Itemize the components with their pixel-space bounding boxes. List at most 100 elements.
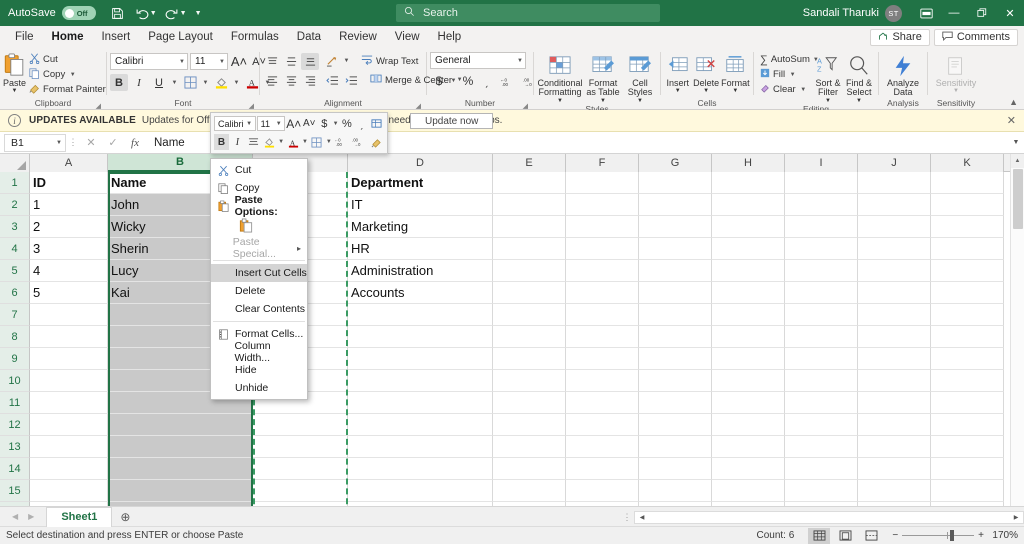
mini-bold-button[interactable]: B — [214, 134, 229, 150]
cell-A6[interactable]: 5 — [30, 282, 108, 304]
conditional-formatting-button[interactable]: Conditional Formatting▼ — [537, 51, 583, 104]
bold-button[interactable]: B — [110, 74, 128, 91]
previous-sheet-icon[interactable]: ◀ — [12, 512, 18, 521]
cell-G2[interactable] — [639, 194, 712, 216]
cell-D4[interactable]: HR — [348, 238, 493, 260]
cell-C12[interactable] — [253, 414, 348, 436]
find-select-button[interactable]: Find & Select▼ — [843, 51, 875, 104]
cell-G12[interactable] — [639, 414, 712, 436]
cell-H1[interactable] — [712, 172, 785, 194]
collapse-ribbon-icon[interactable]: ▲ — [1009, 97, 1018, 107]
cell-A3[interactable]: 2 — [30, 216, 108, 238]
context-menu-item-delete[interactable]: Delete — [211, 282, 307, 300]
alignment-dialog-launcher[interactable]: ◢ — [416, 102, 421, 110]
context-menu-item-paste-special[interactable]: Paste Special... ▸ — [211, 239, 307, 257]
cell-K7[interactable] — [931, 304, 1004, 326]
cell-K6[interactable] — [931, 282, 1004, 304]
cell-D3[interactable]: Marketing — [348, 216, 493, 238]
cell-H8[interactable] — [712, 326, 785, 348]
fill-button[interactable]: Fill ▼ — [757, 67, 813, 82]
zoom-knob[interactable] — [950, 530, 954, 541]
cell-K8[interactable] — [931, 326, 1004, 348]
tab-page-layout[interactable]: Page Layout — [139, 28, 222, 46]
zoom-track[interactable] — [902, 535, 974, 536]
autosave-toggle[interactable]: Off — [62, 6, 96, 20]
cell-D11[interactable] — [348, 392, 493, 414]
zoom-level[interactable]: 170% — [988, 530, 1018, 541]
tab-formulas[interactable]: Formulas — [222, 28, 288, 46]
context-menu-item-insert-cut-cells[interactable]: Insert Cut Cells — [211, 264, 307, 282]
insert-function-icon[interactable]: fx — [124, 133, 146, 153]
row-header-6[interactable]: 6 — [0, 282, 30, 304]
cell-G1[interactable] — [639, 172, 712, 194]
align-center-icon[interactable] — [282, 72, 300, 89]
cell-J6[interactable] — [858, 282, 931, 304]
fill-color-icon[interactable] — [212, 74, 230, 91]
cell-G15[interactable] — [639, 480, 712, 502]
mini-percent-button[interactable]: % — [340, 116, 354, 132]
font-size-combo[interactable]: 11▼ — [190, 53, 228, 70]
mini-comma-button[interactable]: ͵ — [355, 116, 369, 132]
cell-E12[interactable] — [493, 414, 566, 436]
mini-fill-color-icon[interactable] — [262, 134, 277, 150]
cell-D9[interactable] — [348, 348, 493, 370]
cell-A9[interactable] — [30, 348, 108, 370]
mini-shrink-font-button[interactable]: A˅ — [302, 116, 316, 132]
cell-H7[interactable] — [712, 304, 785, 326]
mini-grow-font-button[interactable]: A˄ — [286, 116, 301, 132]
fill-dropdown-icon[interactable]: ▼ — [788, 72, 797, 78]
comments-button[interactable]: Comments — [934, 29, 1018, 46]
cell-K10[interactable] — [931, 370, 1004, 392]
zoom-in-button[interactable]: + — [978, 530, 984, 541]
cell-C14[interactable] — [253, 458, 348, 480]
expand-formula-bar-icon[interactable]: ▼ — [1008, 139, 1024, 146]
cell-E8[interactable] — [493, 326, 566, 348]
cell-D6[interactable]: Accounts — [348, 282, 493, 304]
page-layout-view-icon[interactable] — [834, 528, 856, 544]
close-button[interactable]: ✕ — [996, 0, 1024, 26]
cell-G8[interactable] — [639, 326, 712, 348]
format-cells-button[interactable]: Format▼ — [721, 51, 750, 95]
cell-A15[interactable] — [30, 480, 108, 502]
cell-A1[interactable]: ID — [30, 172, 108, 194]
customize-quick-access-icon[interactable]: ▼ — [195, 10, 202, 17]
cancel-icon[interactable]: ✕ — [80, 133, 102, 153]
cell-G11[interactable] — [639, 392, 712, 414]
share-button[interactable]: Share — [870, 29, 929, 46]
cell-F13[interactable] — [566, 436, 639, 458]
cell-I11[interactable] — [785, 392, 858, 414]
cell-D7[interactable] — [348, 304, 493, 326]
percent-button[interactable]: % — [459, 73, 477, 90]
mini-font-color-dropdown-icon[interactable]: ▼ — [301, 139, 308, 145]
cell-G7[interactable] — [639, 304, 712, 326]
cell-F3[interactable] — [566, 216, 639, 238]
cell-E2[interactable] — [493, 194, 566, 216]
context-menu-item-unhide[interactable]: Unhide — [211, 379, 307, 397]
next-sheet-icon[interactable]: ▶ — [28, 512, 34, 521]
cell-D13[interactable] — [348, 436, 493, 458]
column-header-G[interactable]: G — [639, 154, 712, 172]
cell-F7[interactable] — [566, 304, 639, 326]
font-color-icon[interactable]: A — [243, 74, 261, 91]
minimize-button[interactable]: — — [940, 0, 968, 26]
cell-J15[interactable] — [858, 480, 931, 502]
mini-currency-dropdown-icon[interactable]: ▼ — [332, 121, 339, 127]
cell-styles-button[interactable]: Cell Styles▼ — [623, 51, 657, 104]
cell-A10[interactable] — [30, 370, 108, 392]
cell-J3[interactable] — [858, 216, 931, 238]
borders-icon[interactable] — [181, 74, 199, 91]
cell-E5[interactable] — [493, 260, 566, 282]
cell-A5[interactable]: 4 — [30, 260, 108, 282]
cell-I12[interactable] — [785, 414, 858, 436]
cell-K4[interactable] — [931, 238, 1004, 260]
cell-H5[interactable] — [712, 260, 785, 282]
cell-H10[interactable] — [712, 370, 785, 392]
vertical-scroll-thumb[interactable] — [1013, 169, 1023, 229]
currency-button[interactable]: $ — [430, 73, 448, 90]
cell-E9[interactable] — [493, 348, 566, 370]
ribbon-display-options-icon[interactable] — [912, 0, 940, 26]
cell-H15[interactable] — [712, 480, 785, 502]
cell-K11[interactable] — [931, 392, 1004, 414]
scroll-up-icon[interactable]: ▲ — [1011, 154, 1024, 168]
context-menu-item-column-width[interactable]: Column Width... — [211, 343, 307, 361]
